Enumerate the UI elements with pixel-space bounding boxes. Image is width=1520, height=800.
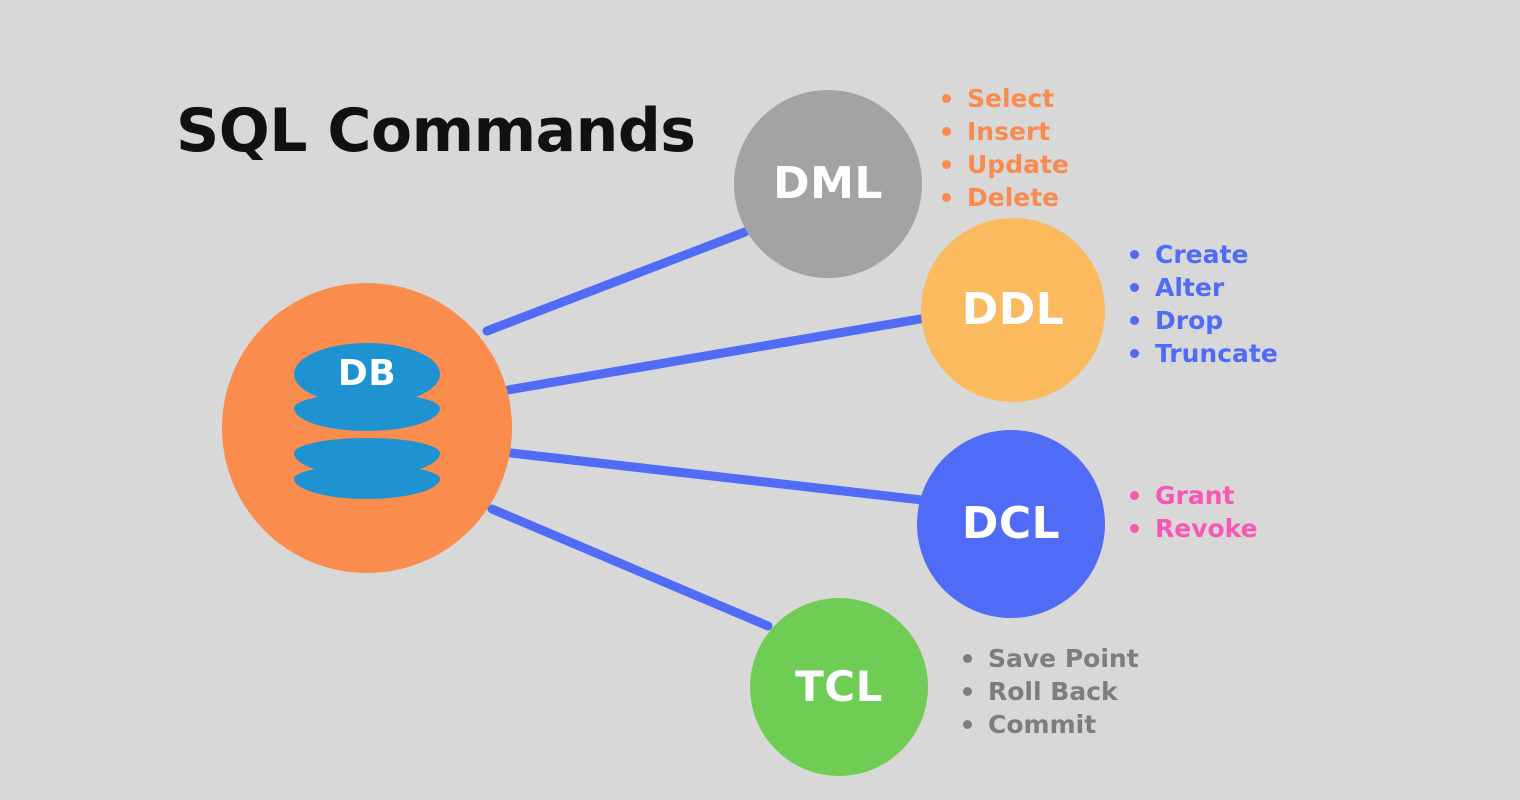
command-label: Create [1155,240,1249,269]
page-title: SQL Commands [176,96,696,166]
node-ddl-label: DDL [961,284,1065,335]
list-item: Revoke [1130,512,1258,545]
command-label: Update [967,150,1069,179]
bullet-icon [963,687,972,696]
command-label: Delete [967,183,1060,212]
node-tcl[interactable]: TCL [750,598,928,776]
bullet-icon [942,160,951,169]
edge-db-to-dcl [506,448,927,505]
list-item: Delete [942,181,1069,214]
command-label: Select [967,84,1055,113]
command-label: Insert [967,117,1051,146]
cylinder-top: DB [294,343,440,405]
list-item: Commit [963,708,1139,741]
bullet-icon [942,127,951,136]
node-tcl-label: TCL [795,662,883,711]
command-label: Drop [1155,306,1224,335]
list-item: Truncate [1130,337,1278,370]
list-item: Select [942,82,1069,115]
dml-command-list: Select Insert Update Delete [942,82,1069,214]
sql-commands-diagram: SQL Commands DB DML DDL DCL TCL Select I… [0,0,1520,800]
bullet-icon [942,193,951,202]
bullet-icon [1130,250,1139,259]
db-label: DB [337,353,397,394]
list-item: Alter [1130,271,1278,304]
node-dcl-label: DCL [961,498,1061,549]
command-label: Revoke [1155,514,1258,543]
bullet-icon [1130,524,1139,533]
bullet-icon [1130,316,1139,325]
command-label: Grant [1155,481,1235,510]
list-item: Drop [1130,304,1278,337]
list-item: Save Point [963,642,1139,675]
ddl-command-list: Create Alter Drop Truncate [1130,238,1278,370]
list-item: Create [1130,238,1278,271]
edge-db-to-ddl [503,313,931,395]
node-ddl[interactable]: DDL [921,218,1105,402]
node-dml[interactable]: DML [734,90,922,278]
command-label: Save Point [988,644,1139,673]
bullet-icon [963,654,972,663]
dcl-command-list: Grant Revoke [1130,479,1258,545]
command-label: Alter [1155,273,1225,302]
bullet-icon [963,720,972,729]
bullet-icon [1130,283,1139,292]
tcl-command-list: Save Point Roll Back Commit [963,642,1139,741]
list-item: Update [942,148,1069,181]
node-dcl[interactable]: DCL [917,430,1105,618]
command-label: Commit [988,710,1097,739]
bullet-icon [942,94,951,103]
list-item: Roll Back [963,675,1139,708]
bullet-icon [1130,349,1139,358]
command-label: Truncate [1155,339,1278,368]
list-item: Insert [942,115,1069,148]
database-cylinder-icon: DB [294,343,440,499]
edge-db-to-dml [482,227,750,336]
list-item: Grant [1130,479,1258,512]
command-label: Roll Back [988,677,1118,706]
bullet-icon [1130,491,1139,500]
edge-db-to-tcl [487,504,773,631]
node-dml-label: DML [773,158,883,209]
